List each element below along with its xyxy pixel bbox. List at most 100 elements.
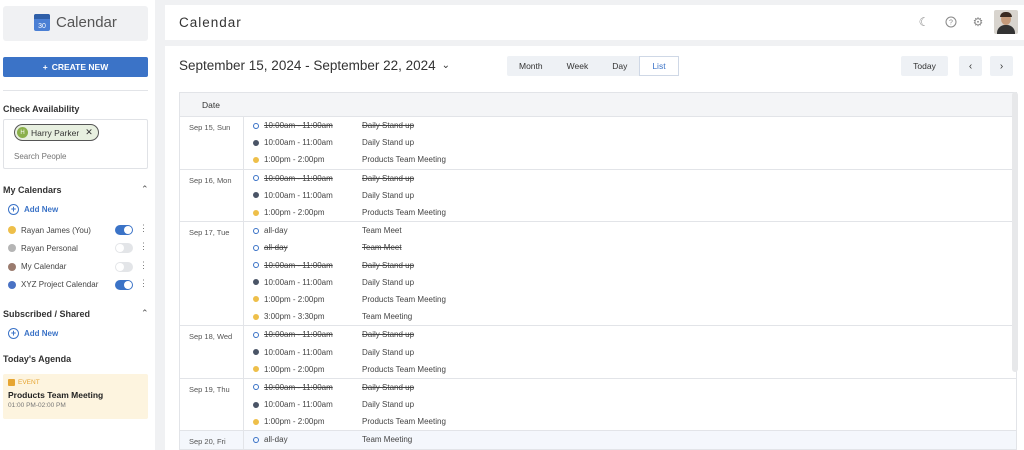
event-row[interactable]: all-day Team Meet xyxy=(244,222,1016,239)
event-row[interactable]: 10:00am - 11:00am Daily Stand up xyxy=(244,343,1016,360)
event-status-dot-icon xyxy=(253,366,259,373)
people-selector: H Harry Parker ✕ xyxy=(3,119,148,169)
plus-circle-icon: + xyxy=(8,204,19,215)
event-status-dot-icon xyxy=(253,436,259,443)
calendar-item[interactable]: Rayan Personal ⋮ xyxy=(8,241,148,255)
event-time: 1:00pm - 2:00pm xyxy=(264,208,325,218)
create-new-button[interactable]: + CREATE NEW xyxy=(3,57,148,77)
event-time: 10:00am - 11:00am xyxy=(264,347,333,357)
user-avatar[interactable] xyxy=(994,10,1018,34)
calendar-logo-icon: 30 xyxy=(34,14,50,31)
calendar-item[interactable]: My Calendar ⋮ xyxy=(8,260,148,274)
event-time: all-day xyxy=(264,226,288,236)
svg-text:?: ? xyxy=(949,20,953,27)
more-options-icon[interactable]: ⋮ xyxy=(139,241,148,252)
event-row[interactable]: 10:00am - 11:00am Daily Stand up xyxy=(244,257,1016,274)
event-row[interactable]: all-day Team Meeting xyxy=(244,431,1016,448)
app-name: Calendar xyxy=(56,14,117,31)
event-row[interactable]: 10:00am - 11:00am Daily Stand up xyxy=(244,187,1016,204)
check-availability-title: Check Availability xyxy=(3,104,80,114)
event-title: Daily Stand up xyxy=(362,190,415,200)
calendar-color-dot xyxy=(8,244,16,253)
tab-month[interactable]: Month xyxy=(507,56,555,76)
event-time: all-day xyxy=(264,435,288,445)
event-title: Daily Stand up xyxy=(362,347,415,357)
event-time: 10:00am - 11:00am xyxy=(264,277,333,287)
add-calendar-button[interactable]: + Add New xyxy=(8,204,58,215)
calendar-icon xyxy=(8,379,15,386)
event-time: 10:00am - 11:00am xyxy=(264,330,333,340)
calendar-item[interactable]: XYZ Project Calendar ⋮ xyxy=(8,278,148,292)
event-title: Team Meeting xyxy=(362,435,413,445)
event-title: Daily Stand up xyxy=(362,121,415,131)
main-panel: September 15, 2024 - September 22, 2024 … xyxy=(165,46,1024,450)
event-row[interactable]: 1:00pm - 2:00pm Products Team Meeting xyxy=(244,413,1016,430)
add-subscription-button[interactable]: + Add New xyxy=(8,328,58,339)
scrollbar[interactable] xyxy=(1012,92,1018,372)
event-row[interactable]: 3:00pm - 3:30pm Team Meeting xyxy=(244,308,1016,325)
tab-list[interactable]: List xyxy=(639,56,679,76)
sidebar: 30 Calendar + CREATE NEW Check Availabil… xyxy=(0,0,155,450)
view-switcher: Month Week Day List xyxy=(507,56,679,76)
tab-day[interactable]: Day xyxy=(600,56,639,76)
event-status-dot-icon xyxy=(253,349,259,356)
event-title: Products Team Meeting xyxy=(362,294,446,304)
event-status-dot-icon xyxy=(253,331,259,338)
divider xyxy=(3,90,148,91)
day-date-label: Sep 20, Fri xyxy=(180,431,244,449)
event-row[interactable]: 10:00am - 11:00am Daily Stand up xyxy=(244,274,1016,291)
event-row[interactable]: all-day Team Meet xyxy=(244,239,1016,256)
calendar-visibility-toggle[interactable] xyxy=(115,279,133,290)
table-header: Date xyxy=(180,93,1016,117)
chevron-up-icon[interactable]: ⌃ xyxy=(141,184,149,195)
event-row[interactable]: 1:00pm - 2:00pm Products Team Meeting xyxy=(244,204,1016,221)
person-chip[interactable]: H Harry Parker ✕ xyxy=(14,124,99,141)
event-row[interactable]: 10:00am - 11:00am Daily Stand up xyxy=(244,134,1016,151)
event-title: Products Team Meeting xyxy=(362,155,446,165)
event-status-dot-icon xyxy=(253,122,259,129)
remove-person-icon[interactable]: ✕ xyxy=(85,127,93,138)
calendar-item[interactable]: Rayan James (You) ⋮ xyxy=(8,223,148,237)
event-title: Team Meet xyxy=(362,226,402,236)
event-title: Team Meet xyxy=(362,243,402,253)
event-row[interactable]: 10:00am - 11:00am Daily Stand up xyxy=(244,379,1016,396)
chevron-up-icon[interactable]: ⌃ xyxy=(141,308,149,319)
event-title: Daily Stand up xyxy=(362,400,415,410)
event-time: 1:00pm - 2:00pm xyxy=(264,294,325,304)
search-people-input[interactable] xyxy=(14,152,134,161)
more-options-icon[interactable]: ⋮ xyxy=(139,278,148,289)
event-row[interactable]: 10:00am - 11:00am Daily Stand up xyxy=(244,396,1016,413)
more-options-icon[interactable]: ⋮ xyxy=(139,260,148,271)
event-row[interactable]: 10:00am - 11:00am Daily Stand up xyxy=(244,170,1016,187)
date-range-selector[interactable]: September 15, 2024 - September 22, 2024 … xyxy=(179,58,450,73)
event-status-dot-icon xyxy=(253,279,259,286)
calendar-visibility-toggle[interactable] xyxy=(115,261,133,272)
event-row[interactable]: 1:00pm - 2:00pm Products Team Meeting xyxy=(244,361,1016,378)
gear-icon[interactable]: ⚙ xyxy=(971,15,985,29)
plus-circle-icon: + xyxy=(8,328,19,339)
event-row[interactable]: 1:00pm - 2:00pm Products Team Meeting xyxy=(244,151,1016,168)
moon-icon[interactable]: ☾ xyxy=(917,15,931,29)
event-title: Team Meeting xyxy=(362,312,413,322)
event-list-table: Date Sep 15, Sun 10:00am - 11:00am Daily S… xyxy=(179,92,1017,450)
calendar-visibility-toggle[interactable] xyxy=(115,225,133,235)
event-row[interactable]: 1:00pm - 2:00pm Products Team Meeting xyxy=(244,291,1016,308)
event-time: 10:00am - 11:00am xyxy=(264,138,333,148)
event-row[interactable]: 10:00am - 11:00am Daily Stand up xyxy=(244,326,1016,343)
event-title: Products Team Meeting xyxy=(362,364,446,374)
calendar-visibility-toggle[interactable] xyxy=(115,243,133,254)
event-time: 10:00am - 11:00am xyxy=(264,260,333,270)
event-time: 3:00pm - 3:30pm xyxy=(264,312,325,322)
more-options-icon[interactable]: ⋮ xyxy=(139,223,148,234)
subscribed-title: Subscribed / Shared xyxy=(3,309,91,319)
prev-week-button[interactable]: ‹ xyxy=(959,56,982,76)
event-title: Daily Stand up xyxy=(362,138,415,148)
next-week-button[interactable]: › xyxy=(990,56,1013,76)
today-button[interactable]: Today xyxy=(901,56,948,76)
help-icon[interactable]: ? xyxy=(944,15,958,29)
agenda-event-card[interactable]: EVENT Products Team Meeting 01:00 PM-02:… xyxy=(3,374,148,419)
tab-week[interactable]: Week xyxy=(555,56,601,76)
event-row[interactable]: 10:00am - 11:00am Daily Stand up xyxy=(244,117,1016,134)
event-time: 1:00pm - 2:00pm xyxy=(264,364,325,374)
event-type-label: EVENT xyxy=(18,379,40,386)
